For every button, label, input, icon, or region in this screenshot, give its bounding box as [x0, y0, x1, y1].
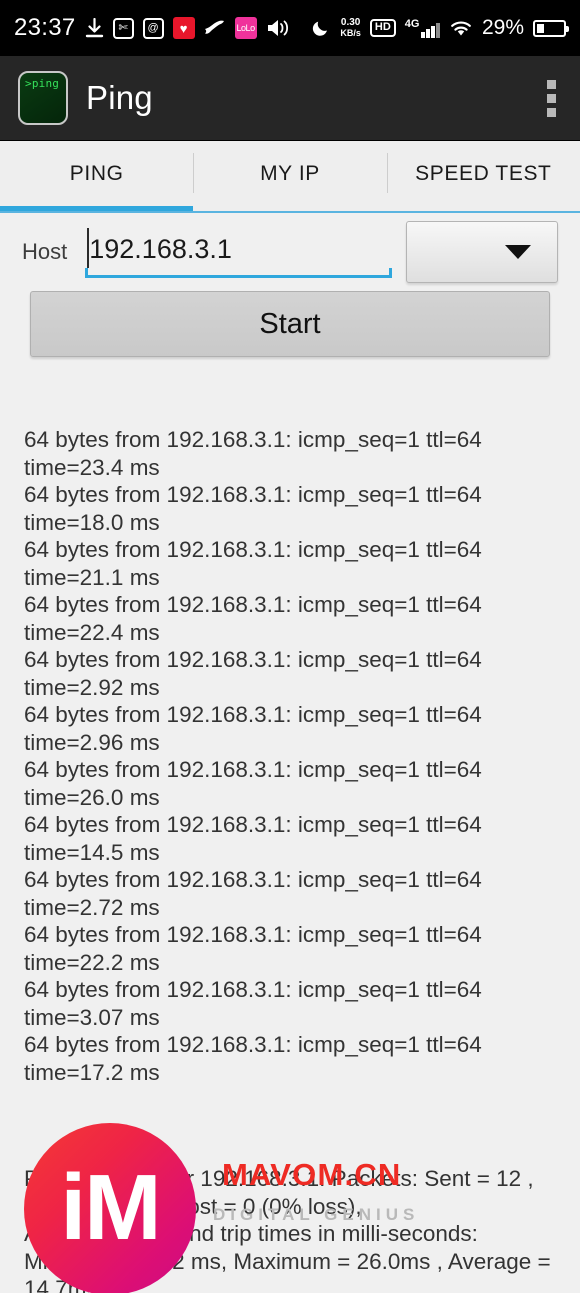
wifi-icon	[449, 19, 473, 38]
host-row: Host	[0, 213, 580, 283]
tab-ping-label: PING	[69, 162, 124, 185]
app-title: Ping	[86, 79, 153, 116]
start-button[interactable]: Start	[30, 291, 550, 357]
tab-my-ip-label: MY IP	[260, 162, 320, 185]
tab-speed-test-label: SPEED TEST	[415, 162, 552, 185]
phone-screen: 23:37 ✄ @ ♥ LoLo 0.30 KB/s HD 4G 29% >pi…	[0, 0, 580, 1293]
overflow-dot	[547, 93, 556, 103]
host-input[interactable]	[85, 226, 392, 272]
volume-icon	[266, 18, 290, 38]
download-icon	[85, 17, 104, 39]
ping-output-console[interactable]: 64 bytes from 192.168.3.1: icmp_seq=1 tt…	[0, 357, 580, 1293]
app-logo-icon: >ping	[18, 71, 68, 125]
start-button-wrapper: Start	[0, 279, 580, 357]
screenshot-icon: ✄	[112, 17, 134, 39]
status-bar-left: 23:37 ✄ @ ♥ LoLo	[14, 14, 290, 42]
app-bar: >ping Ping	[0, 56, 580, 141]
chevron-down-icon	[505, 245, 531, 259]
battery-percent-label: 29%	[481, 16, 524, 39]
status-clock: 23:37	[14, 14, 76, 41]
network-type-label: 4G	[404, 17, 420, 30]
hd-voice-icon: HD	[369, 19, 396, 37]
search-badge-icon: @	[142, 17, 164, 39]
ping-replies-text: 64 bytes from 192.168.3.1: icmp_seq=1 tt…	[24, 427, 482, 1085]
host-label: Host	[22, 239, 68, 264]
tab-my-ip[interactable]: MY IP	[193, 141, 386, 213]
pink-app-icon: LoLo	[234, 17, 257, 39]
bird-app-icon	[204, 20, 226, 36]
heart-app-icon: ♥	[172, 17, 195, 39]
network-speed-value: 0.30	[340, 17, 361, 28]
tab-speed-test[interactable]: SPEED TEST	[386, 141, 580, 213]
status-bar: 23:37 ✄ @ ♥ LoLo 0.30 KB/s HD 4G 29%	[0, 0, 580, 56]
host-field-wrapper	[85, 226, 392, 278]
cellular-signal-icon: 4G	[404, 17, 440, 38]
tab-bar: PING MY IP SPEED TEST	[0, 141, 580, 213]
overflow-dot	[547, 107, 556, 117]
overflow-dot	[547, 79, 556, 89]
network-speed-indicator: 0.30 KB/s	[340, 17, 361, 39]
host-history-dropdown[interactable]	[406, 221, 558, 283]
status-bar-right: 0.30 KB/s HD 4G 29%	[311, 16, 569, 40]
ping-statistics-text: Ping statistics for 192.168.3.1: Packets…	[24, 1166, 551, 1293]
host-input-underline	[85, 268, 392, 278]
network-speed-unit: KB/s	[340, 28, 361, 38]
battery-icon	[533, 19, 569, 37]
tab-ping[interactable]: PING	[0, 141, 194, 213]
tab-indicator-line	[0, 211, 580, 213]
dnd-moon-icon	[311, 18, 331, 38]
overflow-menu-button[interactable]	[541, 72, 562, 125]
signal-bars-icon	[421, 22, 440, 38]
app-logo-text: >ping	[25, 77, 60, 90]
text-caret	[87, 228, 90, 268]
